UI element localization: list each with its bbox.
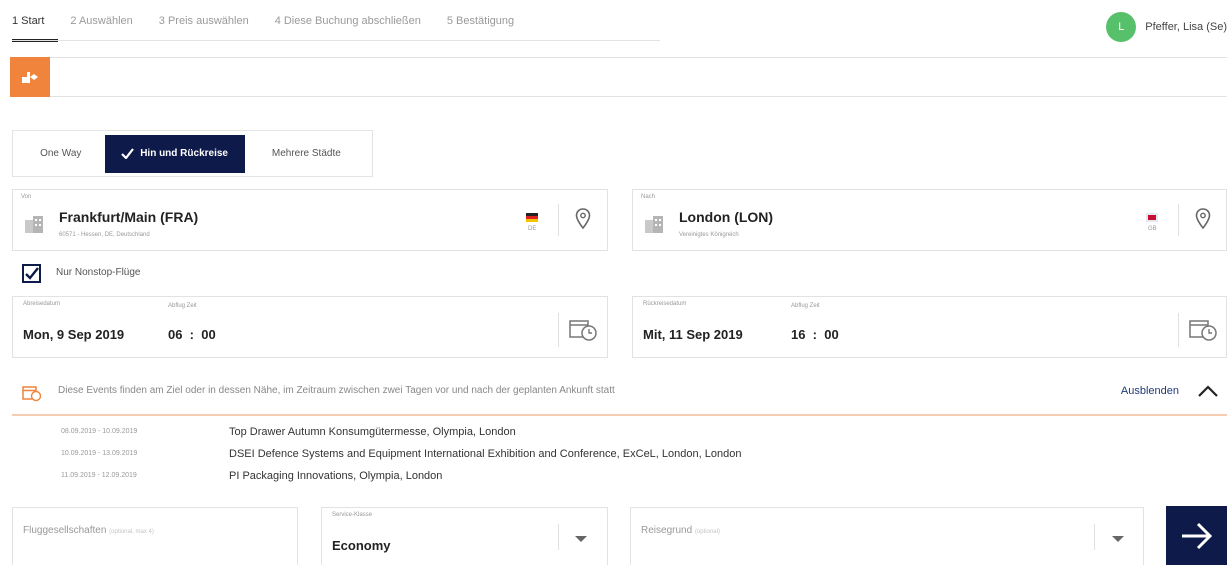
event-name[interactable]: DSEI Defence Systems and Equipment Inter… xyxy=(229,448,741,460)
trip-type-selector: One Way Hin und Rückreise Mehrere Städte xyxy=(12,130,373,177)
building-icon xyxy=(25,216,43,233)
step-complete-booking[interactable]: 4 Diese Buchung abschließen xyxy=(275,0,421,42)
event-calendar-icon xyxy=(22,386,42,402)
origin-city: Frankfurt/Main (FRA) xyxy=(59,209,199,225)
origin-field[interactable]: Von Frankfurt/Main (FRA) 60571 - Hessen,… xyxy=(12,189,608,251)
round-trip-option[interactable]: Hin und Rückreise xyxy=(104,134,245,173)
step-select-price[interactable]: 3 Preis auswählen xyxy=(159,0,249,42)
checkmark-icon xyxy=(25,267,39,280)
germany-flag-icon xyxy=(526,213,538,222)
travel-reason-hint: (optional) xyxy=(694,529,720,535)
step-select[interactable]: 2 Auswählen xyxy=(70,0,132,42)
origin-label: Von xyxy=(21,194,32,200)
destination-label: Nach xyxy=(641,194,656,200)
booking-steps: 1 Start 2 Auswählen 3 Preis auswählen 4 … xyxy=(12,0,540,42)
steps-divider xyxy=(12,40,660,41)
multi-city-option[interactable]: Mehrere Städte xyxy=(245,135,368,173)
travel-reason-select[interactable]: Reisegrund (optional) xyxy=(630,507,1144,565)
step-start[interactable]: 1 Start xyxy=(12,0,59,42)
airlines-placeholder: Fluggesellschaften (optional, max 4) xyxy=(23,525,154,536)
outbound-time-label: Abflug Zeit xyxy=(168,303,197,309)
outbound-date-label: Abreisedatum xyxy=(23,301,61,307)
travel-reason-placeholder-text: Reisegrund xyxy=(641,525,693,536)
chevron-down-icon[interactable] xyxy=(1111,535,1125,543)
return-date[interactable]: Mit, 11 Sep 2019 xyxy=(643,327,743,342)
return-divider xyxy=(1178,313,1179,347)
chevron-up-icon[interactable] xyxy=(1197,384,1219,398)
nonstop-checkbox[interactable] xyxy=(22,264,41,283)
nonstop-label: Nur Nonstop-Flüge xyxy=(56,267,141,278)
outbound-time[interactable]: 06 : 00 xyxy=(168,327,216,342)
events-notice-bar: Diese Events finden am Ziel oder in dess… xyxy=(12,370,1227,416)
return-time-label: Abflug Zeit xyxy=(791,303,820,309)
airlines-input[interactable]: Fluggesellschaften (optional, max 4) xyxy=(12,507,298,565)
event-name[interactable]: Top Drawer Autumn Konsumgütermesse, Olym… xyxy=(229,426,516,438)
user-menu[interactable]: L Pfeffer, Lisa (Se) xyxy=(1106,12,1227,42)
travel-reason-placeholder: Reisegrund (optional) xyxy=(641,525,720,536)
location-pin-icon[interactable] xyxy=(1195,208,1211,230)
calendar-clock-icon[interactable] xyxy=(1189,318,1219,342)
destination-divider xyxy=(1178,204,1179,236)
return-date-field[interactable]: Rückreisedatum Abflug Zeit Mit, 11 Sep 2… xyxy=(632,296,1227,358)
toolbar-bar xyxy=(10,57,1227,97)
destination-subtitle: Vereinigtes Königreich xyxy=(679,232,739,238)
airlines-placeholder-text: Fluggesellschaften xyxy=(23,525,107,536)
checkmark-icon xyxy=(121,148,135,159)
origin-flag-code: DE xyxy=(528,226,537,232)
origin-divider xyxy=(558,204,559,236)
uk-flag-icon xyxy=(1146,213,1158,222)
building-icon xyxy=(645,216,663,233)
flight-mode-button[interactable] xyxy=(10,57,50,97)
service-class-select[interactable]: Service-Klasse Economy xyxy=(321,507,608,565)
outbound-divider xyxy=(558,313,559,347)
user-name: Pfeffer, Lisa (Se) xyxy=(1145,21,1227,33)
flight-icon xyxy=(22,72,38,83)
step-confirmation[interactable]: 5 Bestätigung xyxy=(447,0,514,42)
one-way-option[interactable]: One Way xyxy=(17,135,105,173)
event-dates: 08.09.2019 - 10.09.2019 xyxy=(61,428,138,435)
service-class-divider xyxy=(558,524,559,550)
round-trip-label: Hin und Rückreise xyxy=(140,148,228,159)
avatar: L xyxy=(1106,12,1137,42)
location-pin-icon[interactable] xyxy=(575,208,591,230)
event-name[interactable]: PI Packaging Innovations, Olympia, Londo… xyxy=(229,470,442,482)
outbound-date-field[interactable]: Abreisedatum Abflug Zeit Mon, 9 Sep 2019… xyxy=(12,296,608,358)
calendar-clock-icon[interactable] xyxy=(569,318,599,342)
events-notice-text: Diese Events finden am Ziel oder in dess… xyxy=(58,385,615,396)
return-date-label: Rückreisedatum xyxy=(643,301,687,307)
destination-city: London (LON) xyxy=(679,209,774,225)
chevron-down-icon[interactable] xyxy=(574,535,588,543)
origin-subtitle: 60571 - Hessen, DE, Deutschland xyxy=(59,232,150,238)
destination-flag-code: GB xyxy=(1148,226,1157,232)
event-dates: 10.09.2019 - 13.09.2019 xyxy=(61,450,138,457)
airlines-hint: (optional, max 4) xyxy=(109,529,154,535)
travel-reason-divider xyxy=(1094,524,1095,550)
arrow-right-icon xyxy=(1181,522,1212,549)
service-class-value: Economy xyxy=(332,538,391,553)
event-dates: 11.09.2019 - 12.09.2019 xyxy=(61,472,137,479)
search-submit-button[interactable] xyxy=(1166,506,1227,565)
outbound-date[interactable]: Mon, 9 Sep 2019 xyxy=(23,327,124,342)
hide-events-link[interactable]: Ausblenden xyxy=(1121,385,1179,397)
service-class-label: Service-Klasse xyxy=(332,512,373,518)
return-time[interactable]: 16 : 00 xyxy=(791,327,839,342)
destination-field[interactable]: Nach London (LON) Vereinigtes Königreich… xyxy=(632,189,1227,251)
